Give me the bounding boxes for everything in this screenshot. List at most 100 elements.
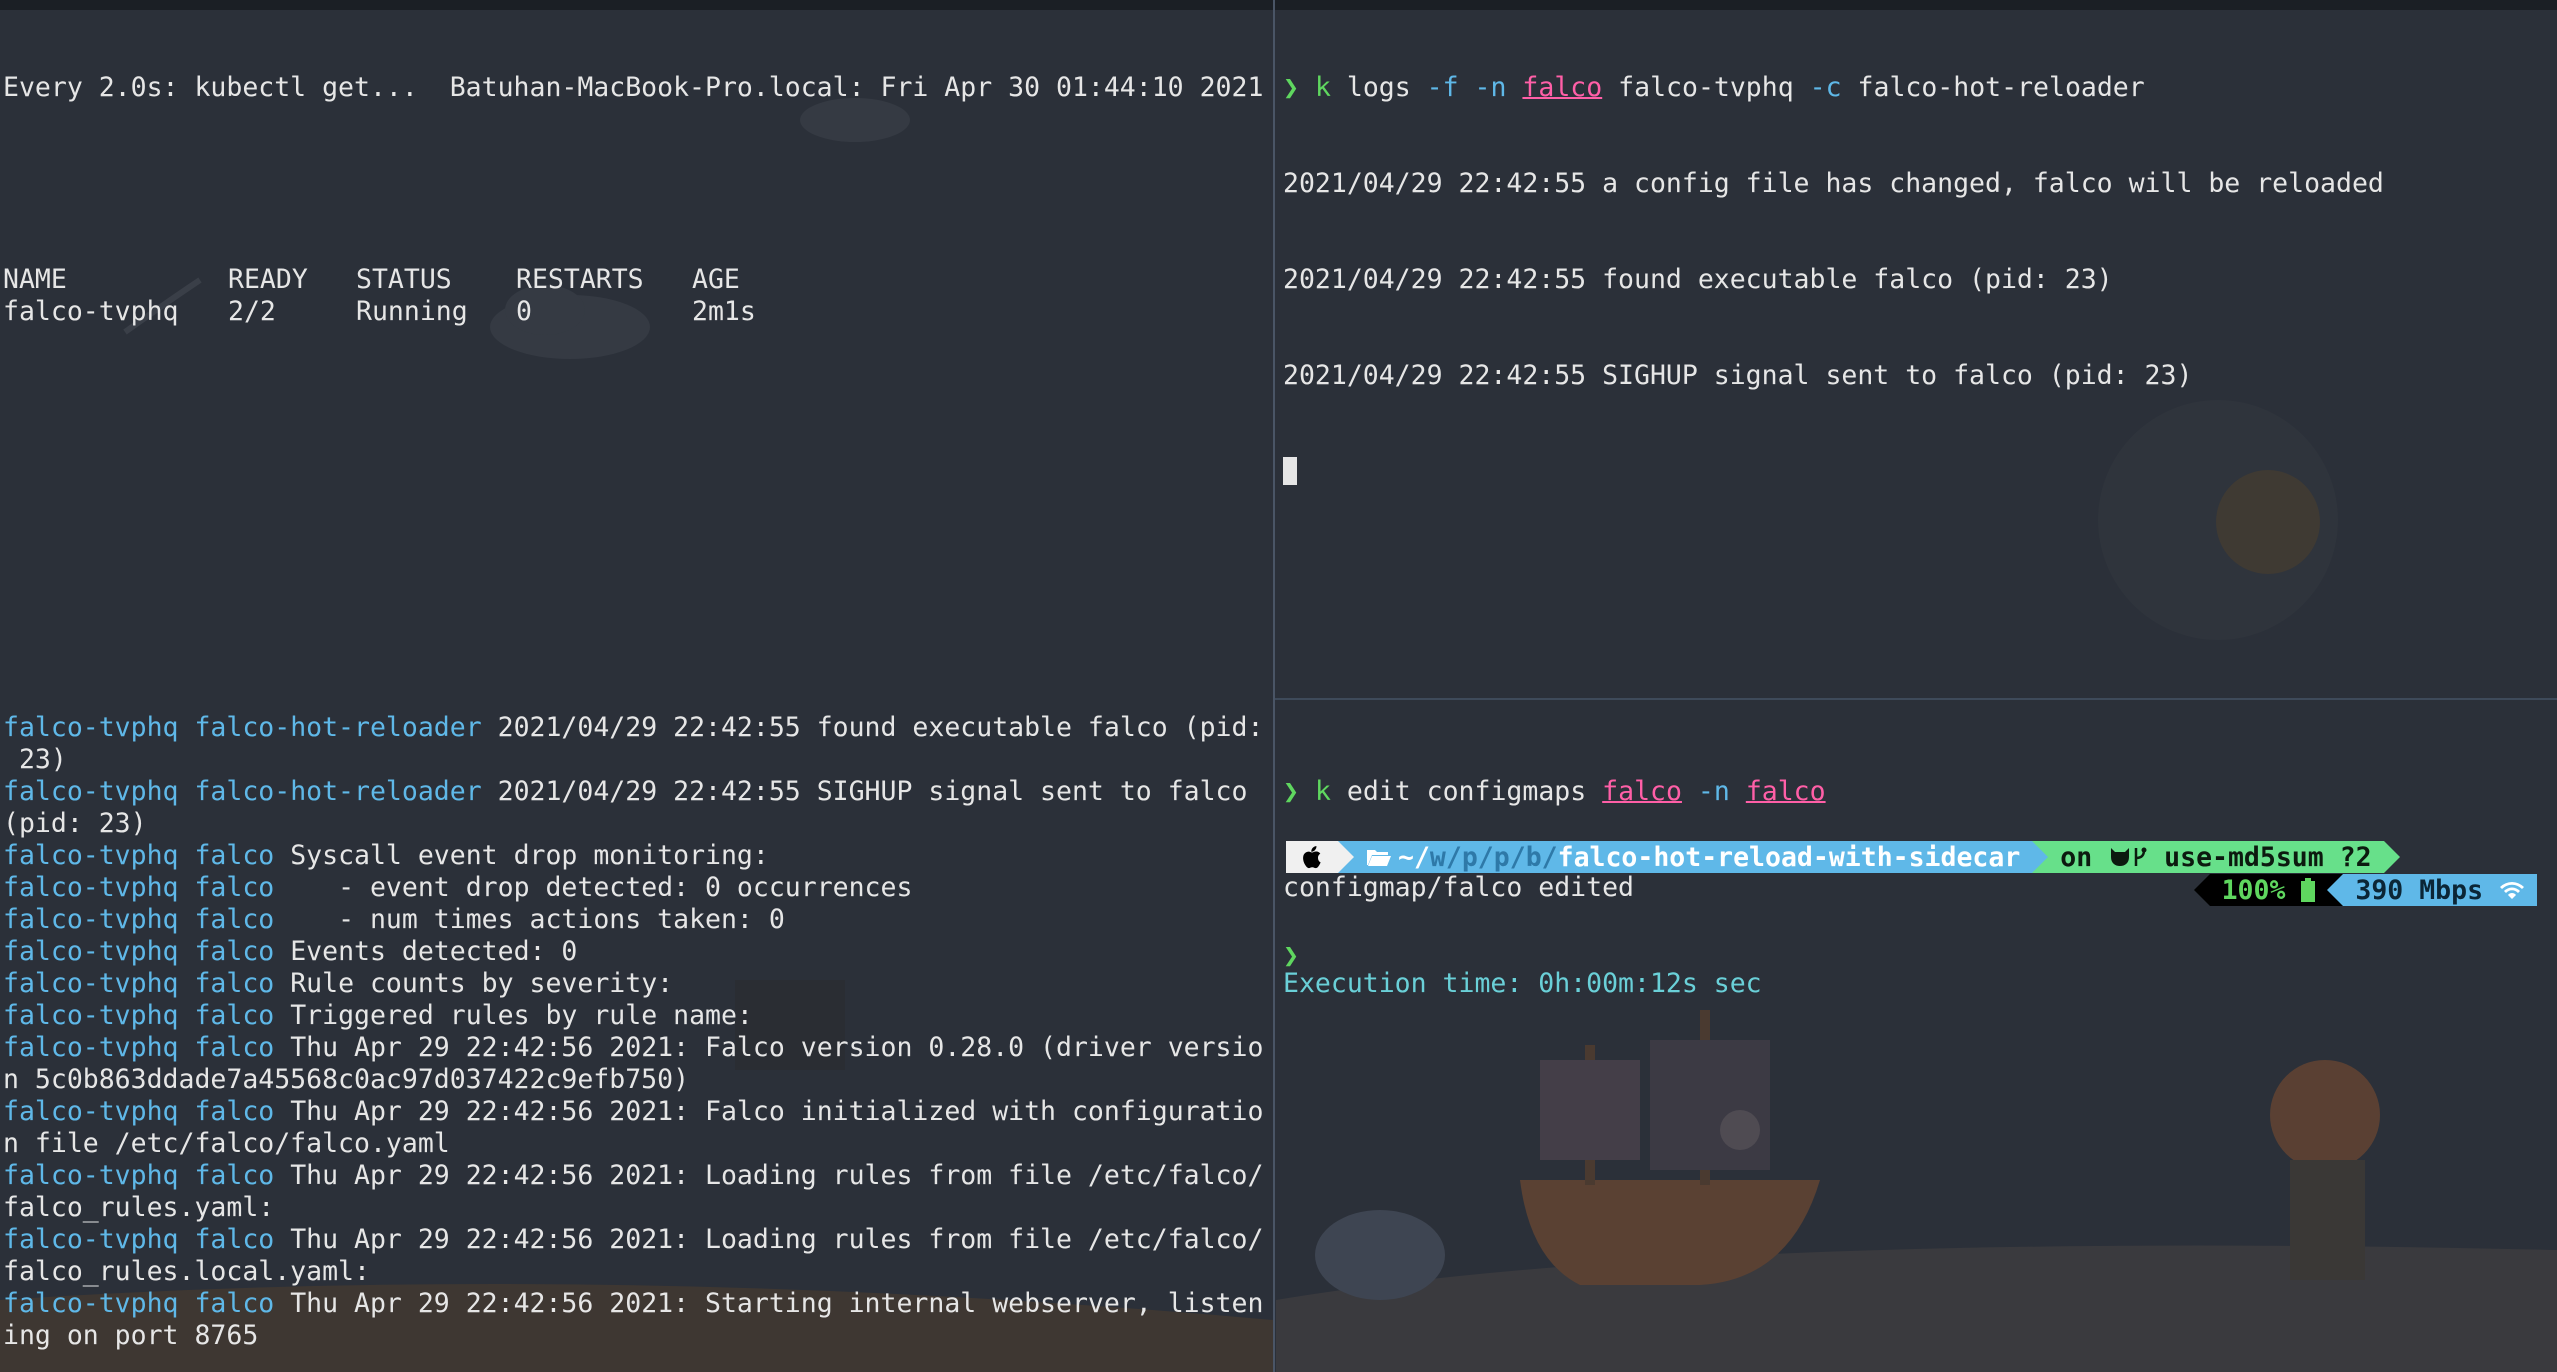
container-name: falco [194,872,275,903]
container-name: falco [194,1288,275,1319]
container-name: falco [194,1032,275,1063]
log-text: Rule counts by severity: [274,968,674,999]
command-line: ❯ k logs -f -n falco falco-tvphq -c falc… [1283,72,2145,103]
pane-divider-vertical[interactable] [1273,0,1275,1372]
log-line: falco-tvphq falco Rule counts by severit… [3,968,1273,1000]
text-cursor [1283,457,1297,485]
pod-name: falco-tvphq [3,872,179,903]
log-text: Thu Apr 29 22:42:56 2021: Loading rules … [274,1224,1264,1255]
log-text: Thu Apr 29 22:42:56 2021: Falco initiali… [274,1096,1264,1127]
pod-name: falco-tvphq [3,776,179,807]
log-text: falco_rules.yaml: [3,1192,275,1223]
pod-name: falco-tvphq [3,840,179,871]
table-cell: 2/2 [228,296,276,327]
log-text: Thu Apr 29 22:42:56 2021: Loading rules … [274,1160,1264,1191]
powerline-prompt: ~/w/p/p/b/falco-hot-reload-with-sidecar … [1286,841,2400,873]
pod-name: falco-tvphq [3,1224,179,1255]
container-name: falco [194,1160,275,1191]
pod-name: falco-tvphq [3,1288,179,1319]
table-cell: falco-tvphq [3,296,179,327]
table-cell: 2m1s [692,296,756,327]
container-name: falco [194,968,275,999]
log-line: 23) [3,744,1273,776]
pod-name: falco-tvphq [3,904,179,935]
log-text: falco_rules.local.yaml: [3,1256,370,1287]
log-line: falco_rules.local.yaml: [3,1256,1273,1288]
column-header: NAME [3,264,67,295]
log-line: 2021/04/29 22:42:55 SIGHUP signal sent t… [1283,360,2193,391]
log-line: falco-tvphq falco - num times actions ta… [3,904,1273,936]
container-name: falco-hot-reloader [194,712,482,743]
log-text: Triggered rules by rule name: [274,1000,753,1031]
log-text: Syscall event drop monitoring: [274,840,769,871]
container-name: falco [194,1000,275,1031]
logs-pane[interactable]: ❯ k logs -f -n falco falco-tvphq -c falc… [1276,0,2557,700]
log-line: ing on port 8765 [3,1320,1273,1352]
log-text: 2021/04/29 22:42:55 found executable fal… [481,712,1264,743]
log-line: falco-tvphq falco Thu Apr 29 22:42:56 20… [3,1096,1273,1128]
container-name: falco [194,936,275,967]
table-cell: 0 [516,296,532,327]
log-text: Events detected: 0 [274,936,578,967]
log-text: - num times actions taken: 0 [274,904,785,935]
git-branch: use-md5sum ?2 [2164,841,2372,873]
log-line: falco-tvphq falco Thu Apr 29 22:42:56 20… [3,1032,1273,1064]
pod-name: falco-tvphq [3,1032,179,1063]
pod-name: falco-tvphq [3,1000,179,1031]
log-text: n 5c0b863ddade7a45568c0ac97d037422c9efb7… [3,1064,690,1095]
prompt-symbol: ❯ [1283,72,1299,103]
container-name: falco [194,840,275,871]
column-header: STATUS [356,264,452,295]
log-text: n file /etc/falco/falco.yaml [3,1128,450,1159]
log-line: falco-tvphq falco-hot-reloader 2021/04/2… [3,776,1273,808]
github-cat-icon [2111,848,2130,866]
table-cell: Running [356,296,468,327]
branch-icon [2134,847,2147,866]
apple-segment [1286,841,1338,873]
log-line: falco-tvphq falco-hot-reloader 2021/04/2… [3,712,1273,744]
pods-table: NAME READY STATUS RESTARTS AGE falco-tvp… [3,264,1273,328]
log-line: 2021/04/29 22:42:55 a config file has ch… [1283,168,2384,199]
log-line: falco-tvphq falco Thu Apr 29 22:42:56 20… [3,1288,1273,1320]
log-line: falco-tvphq falco Events detected: 0 [3,936,1273,968]
container-name: falco-hot-reloader [194,776,482,807]
pod-name: falco-tvphq [3,968,179,999]
log-line: (pid: 23) [3,808,1273,840]
column-header: RESTARTS [516,264,644,295]
current-dir: falco-hot-reload-with-sidecar [1557,841,2021,873]
log-text: Thu Apr 29 22:42:56 2021: Falco version … [274,1032,1264,1063]
log-line: falco-tvphq falco Triggered rules by rul… [3,1000,1273,1032]
folder-open-icon [1367,850,1391,866]
log-text: Thu Apr 29 22:42:56 2021: Starting inter… [274,1288,1264,1319]
log-text: 2021/04/29 22:42:55 SIGHUP signal sent t… [481,776,1248,807]
column-header: AGE [692,264,740,295]
input-prompt[interactable]: ❯ [1283,940,2557,972]
pod-name: falco-tvphq [3,936,179,967]
pod-name: falco-tvphq [3,1096,179,1127]
log-text: (pid: 23) [3,808,147,839]
log-text: - event drop detected: 0 occurrences [274,872,913,903]
apple-icon [1303,846,1321,869]
log-line: falco-tvphq falco Thu Apr 29 22:42:56 20… [3,1224,1273,1256]
watch-pane[interactable]: Every 2.0s: kubectl get... Batuhan-MacBo… [0,0,1273,700]
edit-pane[interactable]: ❯ k edit configmaps falco -n falco confi… [1276,708,2557,1372]
log-text: 23) [3,744,67,775]
pod-name: falco-tvphq [3,1160,179,1191]
container-name: falco [194,1096,275,1127]
stream-lines: falco-tvphq falco-hot-reloader 2021/04/2… [3,712,1273,1352]
log-line: 2021/04/29 22:42:55 found executable fal… [1283,264,2113,295]
command-line: ❯ k edit configmaps falco -n falco [1283,776,1826,807]
path-segment: ~/w/p/p/b/falco-hot-reload-with-sidecar [1354,841,2033,873]
log-line: falco-tvphq falco Thu Apr 29 22:42:56 20… [3,1160,1273,1192]
stream-pane[interactable]: falco-tvphq falco-hot-reloader 2021/04/2… [0,708,1273,1372]
container-name: falco [194,904,275,935]
prompt-symbol: ❯ [1283,776,1299,807]
pod-name: falco-tvphq [3,712,179,743]
watch-header: Every 2.0s: kubectl get... Batuhan-MacBo… [3,72,1264,103]
log-line: n 5c0b863ddade7a45568c0ac97d037422c9efb7… [3,1064,1273,1096]
log-line: n file /etc/falco/falco.yaml [3,1128,1273,1160]
container-name: falco [194,1224,275,1255]
log-line: falco-tvphq falco Syscall event drop mon… [3,840,1273,872]
log-text: ing on port 8765 [3,1320,259,1351]
log-line: falco_rules.yaml: [3,1192,1273,1224]
